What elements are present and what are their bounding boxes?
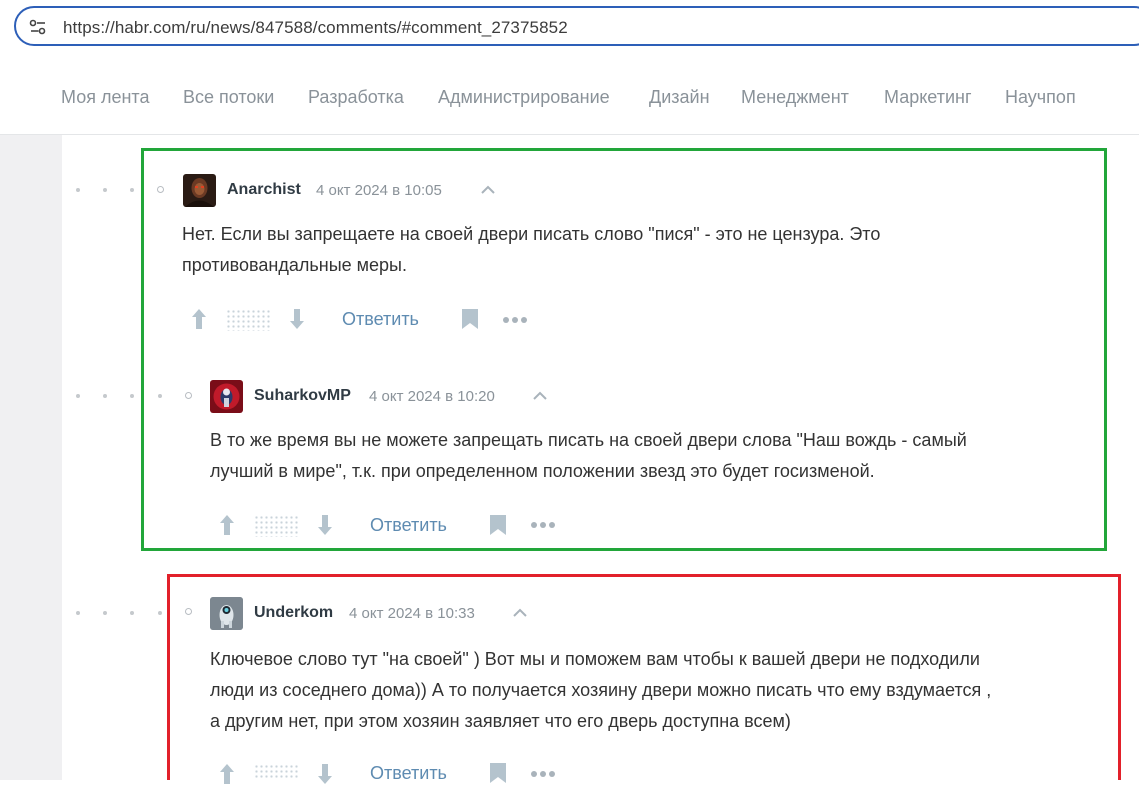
thread-depth-dot [76, 394, 80, 398]
thread-depth-dot [103, 188, 107, 192]
top-navigation: Моя лента Все потоки Разработка Админист… [0, 58, 1139, 135]
nav-item-popsci[interactable]: Научпоп [1005, 87, 1076, 108]
address-bar[interactable]: https://habr.com/ru/news/847588/comments… [14, 6, 1139, 46]
highlight-box-green [141, 148, 1107, 551]
thread-depth-dot [130, 611, 134, 615]
highlight-box-red [167, 574, 1121, 780]
nav-item-design[interactable]: Дизайн [649, 87, 710, 108]
nav-item-development[interactable]: Разработка [308, 87, 404, 108]
thread-depth-dot [103, 394, 107, 398]
nav-item-my-feed[interactable]: Моя лента [61, 87, 149, 108]
thread-depth-dot [76, 611, 80, 615]
url-text[interactable]: https://habr.com/ru/news/847588/comments… [63, 18, 568, 38]
nav-item-all-streams[interactable]: Все потоки [183, 87, 274, 108]
site-settings-icon[interactable] [28, 17, 48, 37]
thread-depth-dot [130, 394, 134, 398]
nav-item-management[interactable]: Менеджмент [741, 87, 849, 108]
nav-item-marketing[interactable]: Маркетинг [884, 87, 972, 108]
thread-depth-dot [130, 188, 134, 192]
thread-depth-dot [158, 611, 162, 615]
thread-depth-dot [103, 611, 107, 615]
nav-item-administration[interactable]: Администрирование [438, 87, 610, 108]
browser-toolbar: https://habr.com/ru/news/847588/comments… [0, 0, 1139, 58]
thread-depth-dot [76, 188, 80, 192]
